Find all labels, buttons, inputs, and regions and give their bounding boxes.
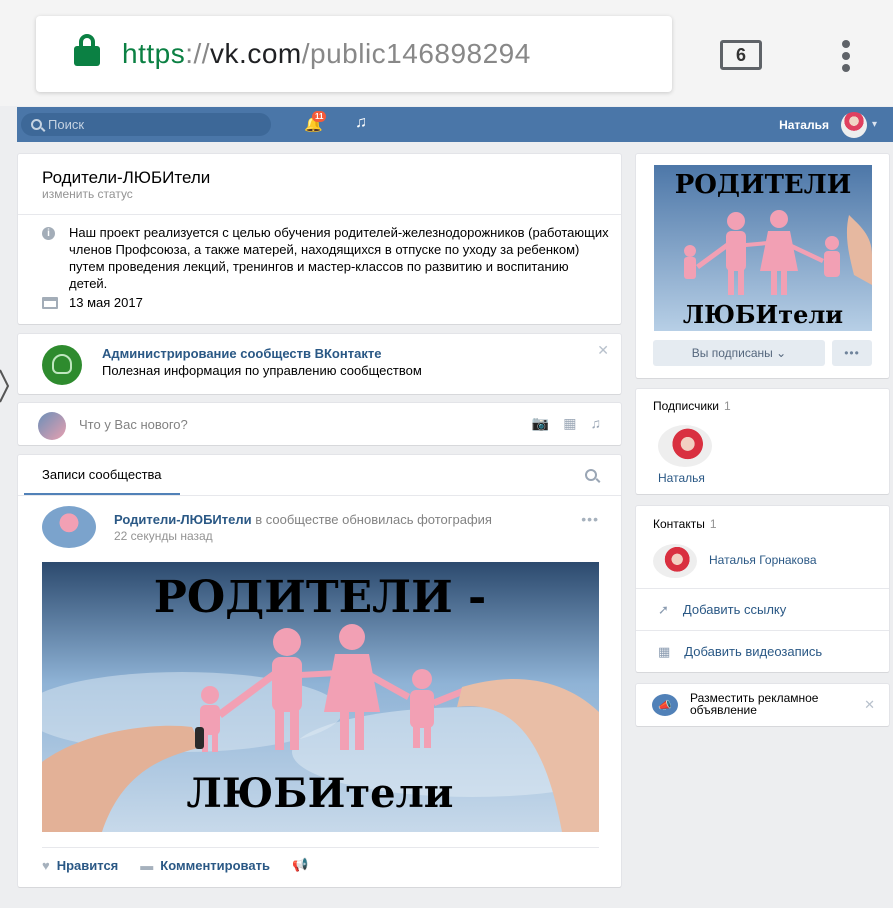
admin-banner[interactable]: Администрирование сообществ ВКонтакте По… (18, 334, 621, 394)
notifications-badge: 11 (312, 111, 327, 122)
change-status-link[interactable]: изменить статус (42, 187, 133, 201)
cover-title-top: РОДИТЕЛИ (675, 170, 852, 200)
search-input[interactable]: Поиск (21, 113, 271, 136)
video-icon[interactable]: ▦ (563, 415, 576, 432)
link-icon: ➚ (658, 601, 669, 617)
community-wall: Записи сообщества Родители-ЛЮБИтели в со… (18, 455, 621, 887)
more-actions-button[interactable]: ••• (832, 340, 872, 366)
heart-icon: ♥ (42, 857, 50, 873)
comment-label: Комментировать (160, 857, 270, 873)
post-more-icon[interactable]: ••• (581, 511, 599, 527)
address-bar[interactable]: https://vk.com/public146898294 (36, 16, 672, 92)
comment-icon: ▬ (140, 857, 154, 873)
camera-icon[interactable]: 📷 (532, 415, 549, 432)
megaphone-icon: 📣 (652, 694, 678, 716)
composer-avatar (38, 412, 66, 440)
browser-menu-icon[interactable] (838, 40, 854, 72)
subscribed-button[interactable]: Вы подписаны ⌄ (653, 340, 825, 366)
info-icon: i (42, 227, 55, 240)
subscriber-name[interactable]: Наталья (658, 471, 705, 485)
poster-image: РОДИТЕЛИ - ЛЮБИтели (42, 562, 599, 832)
music-attach-icon[interactable]: ♫ (591, 415, 602, 432)
like-button[interactable]: ♥ Нравится (42, 858, 118, 873)
divider (18, 495, 621, 496)
admin-banner-subtitle: Полезная информация по управлению сообще… (102, 363, 422, 378)
admin-banner-link[interactable]: Администрирование сообществ ВКонтакте (102, 346, 381, 361)
subscribers-card: Подписчики 1 Наталья (636, 389, 889, 494)
url-host: vk.com (210, 38, 302, 69)
music-icon[interactable]: ♫ (355, 114, 367, 132)
subscribers-count: 1 (724, 399, 731, 413)
add-video-button[interactable]: ▦ Добавить видеозапись (636, 630, 889, 672)
post-actions: ♥ Нравится ▬ Комментировать 📢 (42, 857, 315, 873)
like-label: Нравится (56, 857, 119, 873)
comment-button[interactable]: ▬ Комментировать (140, 858, 270, 873)
add-link-button[interactable]: ➚ Добавить ссылку (636, 588, 889, 630)
close-icon[interactable]: ✕ (864, 697, 875, 713)
url-scheme: https (122, 38, 186, 69)
contact-name[interactable]: Наталья Горнакова (709, 553, 817, 567)
post-author-link[interactable]: Родители-ЛЮБИтели (114, 512, 252, 527)
post-photo[interactable]: РОДИТЕЛИ - ЛЮБИтели (42, 562, 599, 832)
admin-community-logo (42, 345, 82, 385)
contacts-heading-label: Контакты (653, 517, 705, 531)
ads-card[interactable]: 📣 Разместить рекламное объявление ✕ (636, 684, 889, 726)
post-author-avatar[interactable] (42, 506, 96, 548)
contacts-card: Контакты 1 Наталья Горнакова ➚ Добавить сс… (636, 506, 889, 672)
url-text[interactable]: https://vk.com/public146898294 (122, 38, 531, 70)
created-date: 13 мая 2017 (69, 295, 143, 310)
subscribers-heading-label: Подписчики (653, 399, 720, 413)
cover-title-bottom: ЛЮБИтели (683, 300, 843, 329)
contacts-heading[interactable]: Контакты 1 (653, 517, 717, 531)
composer-placeholder[interactable]: Что у Вас нового? (79, 417, 188, 432)
cover-poster: РОДИТЕЛИ ЛЮБИтели (654, 165, 872, 331)
poster-title-bottom: ЛЮБИтели (187, 770, 454, 817)
vk-header: Поиск 🔔 11 ♫ Наталья ▾ (17, 107, 893, 142)
post-header: Родители-ЛЮБИтели в сообществе обновилас… (114, 512, 492, 527)
community-avatar-image[interactable]: РОДИТЕЛИ ЛЮБИтели (654, 165, 872, 331)
url-separator: :// (185, 38, 211, 69)
share-icon[interactable]: 📢 (292, 857, 308, 873)
divider (42, 847, 599, 848)
browser-toolbar: https://vk.com/public146898294 6 (0, 0, 893, 106)
chevron-down-icon: ▾ (871, 119, 877, 130)
post-timestamp[interactable]: 22 секунды назад (114, 529, 213, 543)
poster-title-top: РОДИТЕЛИ - (154, 572, 486, 623)
url-path: /public146898294 (301, 38, 531, 69)
post-action-text: в сообществе обновилась фотография (251, 512, 492, 527)
search-placeholder: Поиск (48, 117, 85, 132)
user-menu[interactable]: Наталья ▾ (779, 111, 877, 138)
add-link-label: Добавить ссылку (682, 602, 787, 617)
subscriber-avatar[interactable] (658, 425, 712, 467)
divider (18, 214, 621, 215)
subscribers-heading[interactable]: Подписчики 1 (653, 399, 731, 413)
contact-avatar[interactable] (653, 544, 697, 578)
video-icon: ▦ (658, 643, 671, 659)
chevron-right-icon[interactable] (0, 368, 10, 404)
page-title: Родители-ЛЮБИтели (42, 168, 211, 187)
user-name: Наталья (779, 117, 829, 132)
lock-icon (74, 34, 100, 66)
community-cover-card: РОДИТЕЛИ ЛЮБИтели Вы подписаны ⌄ ••• (636, 154, 889, 378)
tab-switcher-button[interactable]: 6 (720, 40, 762, 70)
add-video-label: Добавить видеозапись (684, 644, 823, 659)
community-description: Наш проект реализуется с целью обучения … (69, 225, 609, 291)
close-icon[interactable]: ✕ (597, 342, 609, 359)
search-icon (31, 119, 42, 130)
calendar-icon (42, 297, 58, 309)
tab-community-posts[interactable]: Записи сообщества (42, 467, 162, 482)
post-composer[interactable]: Что у Вас нового? 📷 ▦ ♫ (18, 403, 621, 445)
user-avatar (840, 111, 867, 138)
search-icon[interactable] (585, 469, 597, 481)
contacts-count: 1 (709, 517, 717, 531)
ads-text[interactable]: Разместить рекламное объявление (690, 692, 850, 716)
community-info-card: Родители-ЛЮБИтели изменить статус i Наш … (18, 154, 621, 324)
